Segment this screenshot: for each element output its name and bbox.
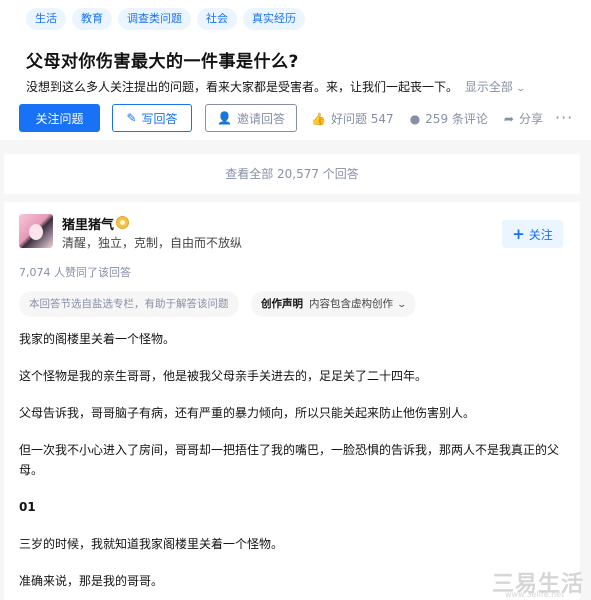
answer-paragraph: 这个怪物是我的亲生哥哥，他是被我父母亲手关进去的，足足关了二十四年。 — [19, 369, 428, 383]
topic-tags: 生活 教育 调查类问题 社会 真实经历 — [26, 8, 305, 30]
thumbs-up-icon: 👍 — [311, 111, 326, 126]
answer-paragraph: 三岁的时候，我就知道我家阁楼里关着一个怪物。 — [19, 537, 284, 551]
invite-answer-label: 邀请回答 — [236, 111, 285, 126]
invite-user-icon: 👤 — [217, 111, 232, 125]
good-question-label: 好问题 547 — [330, 112, 394, 126]
chevron-down-icon: ⌄ — [396, 300, 408, 310]
answer-card: 猪里猪气 清醒，独立，克制，自由而不放纵 + 关注 7,074 人赞同了该回答 … — [4, 202, 580, 600]
topic-tag[interactable]: 生活 — [26, 8, 66, 30]
topic-tag[interactable]: 教育 — [72, 8, 112, 30]
answer-content: 我家的阁楼里关着一个怪物。 这个怪物是我的亲生哥哥，他是被我父母亲手关进去的，足… — [19, 329, 569, 600]
question-description-text: 没想到这么多人关注提出的问题，看来大家都是受害者。来，让我们一起丧一下。 — [26, 80, 459, 94]
topic-tag[interactable]: 社会 — [197, 8, 237, 30]
topic-tag[interactable]: 真实经历 — [243, 8, 305, 30]
pencil-icon: ✎ — [126, 111, 137, 125]
share-label: 分享 — [518, 112, 543, 126]
site-watermark-url: www.3elife.net — [505, 590, 565, 599]
question-title: 父母对你伤害最大的一件事是什么? — [26, 52, 299, 72]
follow-author-label: 关注 — [528, 227, 553, 242]
avatar-face — [29, 224, 43, 240]
good-question-button[interactable]: 👍 好问题 547 — [311, 110, 394, 127]
column-notice[interactable]: 本回答节选自盐选专栏，有助于解答该问题 — [19, 291, 239, 317]
question-actions: 👍 好问题 547 ● 259 条评论 ➦ 分享 — [311, 110, 543, 127]
comment-icon: ● — [409, 111, 421, 126]
write-answer-button[interactable]: ✎ 写回答 — [112, 104, 192, 132]
chevron-down-icon: ⌄ — [515, 84, 526, 94]
answer-paragraph: 但一次我不小心进入了房间，哥哥却一把捂住了我的嘴巴，一脸恐惧的告诉我，那两人不是… — [19, 443, 560, 477]
write-answer-label: 写回答 — [141, 111, 178, 126]
view-all-answers-link[interactable]: 查看全部 20,577 个回答 — [4, 154, 580, 194]
verified-badge-icon — [116, 216, 129, 229]
creation-statement-label: 创作声明 — [261, 298, 303, 310]
question-description: 没想到这么多人关注提出的问题，看来大家都是受害者。来，让我们一起丧一下。 显示全… — [26, 78, 526, 95]
show-all-link[interactable]: 显示全部 ⌄ — [464, 80, 526, 94]
follow-author-button[interactable]: + 关注 — [502, 220, 563, 248]
author-bio: 清醒，独立，克制，自由而不放纵 — [62, 236, 243, 250]
author-name[interactable]: 猪里猪气 — [62, 214, 114, 233]
avatar[interactable] — [19, 214, 53, 248]
section-heading: 01 — [19, 500, 36, 514]
follow-question-label: 关注问题 — [35, 111, 84, 126]
plus-icon: + — [512, 225, 525, 243]
answer-paragraph: 父母告诉我，哥哥脑子有病，还有严重的暴力倾向，所以只能关起来防止他伤害别人。 — [19, 406, 476, 420]
vote-count: 7,074 人赞同了该回答 — [19, 266, 131, 279]
invite-answer-button[interactable]: 👤 邀请回答 — [205, 104, 297, 132]
answer-paragraph: 准确来说，那是我的哥哥。 — [19, 574, 164, 588]
share-icon: ➦ — [503, 111, 514, 126]
question-header: 生活 教育 调查类问题 社会 真实经历 父母对你伤害最大的一件事是什么? 没想到… — [0, 0, 591, 140]
topic-tag[interactable]: 调查类问题 — [118, 8, 191, 30]
comments-button[interactable]: ● 259 条评论 — [410, 110, 488, 127]
more-options-icon[interactable]: ··· — [555, 108, 573, 127]
follow-question-button[interactable]: 关注问题 — [19, 104, 100, 132]
share-button[interactable]: ➦ 分享 — [504, 110, 543, 127]
comments-label: 259 条评论 — [425, 112, 488, 126]
creation-statement-text: 内容包含虚构创作 — [309, 298, 393, 310]
creation-statement[interactable]: 创作声明 内容包含虚构创作 ⌄ — [251, 291, 416, 317]
show-all-label: 显示全部 — [464, 80, 513, 94]
answer-paragraph: 我家的阁楼里关着一个怪物。 — [19, 332, 176, 346]
